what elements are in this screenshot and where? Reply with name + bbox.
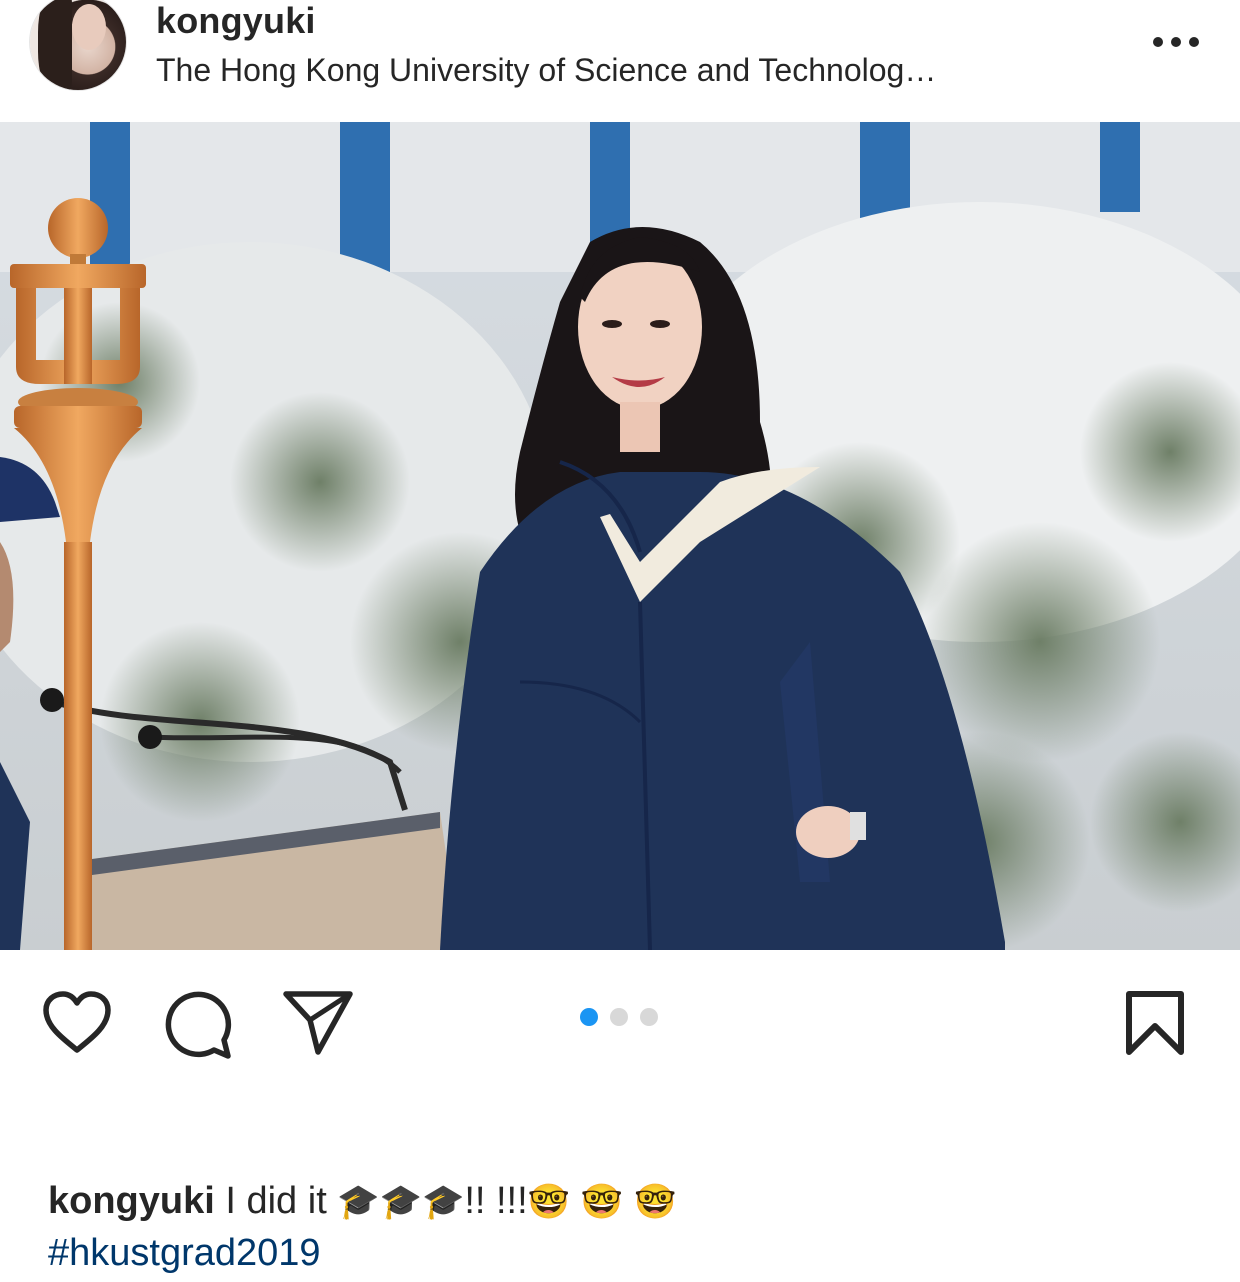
caption-text: I did it — [214, 1180, 338, 1222]
post-caption: kongyuki I did it 🎓🎓🎓!! !!!🤓 🤓 🤓 — [48, 1176, 1218, 1227]
action-bar — [0, 950, 1240, 1090]
post-header: kongyuki The Hong Kong University of Sci… — [0, 0, 1240, 122]
graduation-cap-emoji: 🎓🎓🎓 — [337, 1182, 465, 1222]
avatar-face-shape — [72, 4, 106, 50]
graduation-photo — [0, 122, 1240, 950]
more-horizontal-icon[interactable] — [1150, 30, 1202, 54]
nerd-face-emoji: 🤓 🤓 🤓 — [527, 1182, 677, 1222]
comment-icon[interactable] — [162, 990, 234, 1062]
caption-username[interactable]: kongyuki — [48, 1180, 215, 1222]
carousel-dot-2 — [610, 1008, 628, 1026]
hashtag-link[interactable]: #hkustgrad2019 — [48, 1228, 321, 1278]
avatar-hair-shape — [38, 0, 72, 90]
heart-icon[interactable] — [42, 990, 112, 1056]
post-username[interactable]: kongyuki — [156, 0, 316, 42]
bookmark-icon[interactable] — [1124, 990, 1186, 1056]
carousel-indicator — [580, 1008, 660, 1028]
carousel-dot-3 — [640, 1008, 658, 1026]
send-icon[interactable] — [282, 990, 354, 1056]
avatar[interactable] — [30, 0, 126, 90]
carousel-dot-1 — [580, 1008, 598, 1026]
caption-exclaim: !! !!! — [464, 1180, 528, 1222]
post-location[interactable]: The Hong Kong University of Science and … — [156, 52, 936, 89]
post-photo[interactable] — [0, 122, 1240, 950]
